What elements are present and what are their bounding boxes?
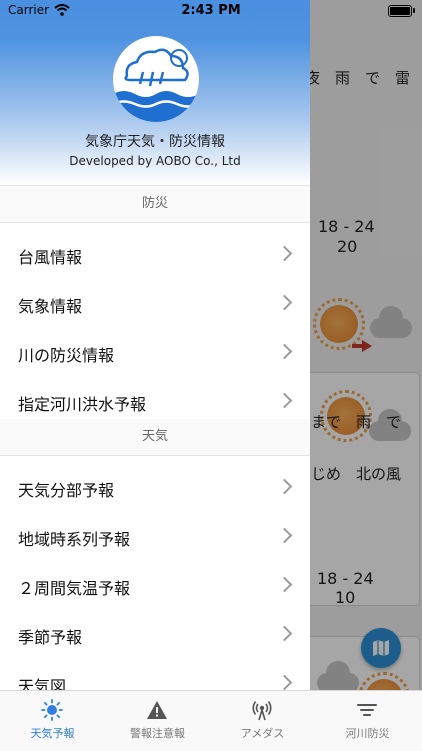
menu-item-river-disaster[interactable]: 川の防災情報 [0, 329, 310, 378]
filter-lines-icon [357, 704, 377, 716]
status-bar: Carrier 2:43 PM [0, 0, 422, 22]
chevron-right-icon [276, 576, 293, 593]
chevron-right-icon [276, 527, 293, 544]
tab-bar: 天気予報 警報注意報 アメダス 河川防災 [0, 690, 422, 751]
menu-item-label: 台風情報 [18, 248, 83, 267]
section-header-weather: 天気 [0, 419, 310, 455]
chevron-right-icon [276, 245, 293, 262]
chevron-right-icon [276, 392, 293, 409]
menu-item-label: 地域時系列予報 [18, 530, 131, 549]
app-logo [113, 36, 199, 122]
chevron-right-icon [276, 294, 293, 311]
cloud-rain-logo-icon [113, 48, 199, 122]
menu-item-label: ２周間気温予報 [18, 579, 131, 598]
divider [0, 222, 310, 223]
broadcast-icon [252, 701, 272, 721]
menu-item-label: 天気分部予報 [18, 481, 115, 500]
tab-river-disaster[interactable]: 河川防災 [315, 691, 420, 751]
sun-icon [41, 699, 63, 721]
tab-label: アメダス [240, 727, 285, 740]
side-drawer: 気象庁天気・防災情報 Developed by AOBO Co., Ltd 防災… [0, 0, 310, 696]
chevron-right-icon [276, 478, 293, 495]
divider [0, 455, 310, 456]
drawer-header: 気象庁天気・防災情報 Developed by AOBO Co., Ltd [0, 0, 310, 185]
menu-item-label: 季節予報 [18, 628, 83, 647]
section-header-disaster: 防災 [0, 186, 310, 222]
tab-warnings[interactable]: 警報注意報 [105, 691, 210, 751]
menu-item-timeseries-forecast[interactable]: 地域時系列予報 [0, 513, 310, 562]
warning-icon [147, 701, 167, 719]
tab-label: 天気予報 [30, 727, 75, 740]
developer-credit: Developed by AOBO Co., Ltd [69, 154, 241, 168]
chevron-right-icon [276, 625, 293, 642]
menu-item-label: 川の防災情報 [18, 346, 115, 365]
menu-item-distribution-forecast[interactable]: 天気分部予報 [0, 464, 310, 513]
app-title: 気象庁天気・防災情報 [85, 134, 225, 150]
tab-weather-forecast[interactable]: 天気予報 [0, 691, 105, 751]
chevron-right-icon [276, 674, 293, 691]
menu-item-typhoon[interactable]: 台風情報 [0, 231, 310, 280]
menu-item-label: 指定河川洪水予報 [18, 395, 147, 414]
menu-item-label: 気象情報 [18, 297, 83, 316]
menu-item-weather-info[interactable]: 気象情報 [0, 280, 310, 329]
status-time: 2:43 PM [181, 3, 241, 18]
tab-label: 警報注意報 [130, 727, 185, 740]
menu-item-two-week-temp[interactable]: ２周間気温予報 [0, 562, 310, 611]
menu-item-seasonal-forecast[interactable]: 季節予報 [0, 611, 310, 660]
tab-amedas[interactable]: アメダス [210, 691, 315, 751]
chevron-right-icon [276, 343, 293, 360]
battery-icon [388, 5, 415, 17]
tab-label: 河川防災 [345, 727, 390, 740]
